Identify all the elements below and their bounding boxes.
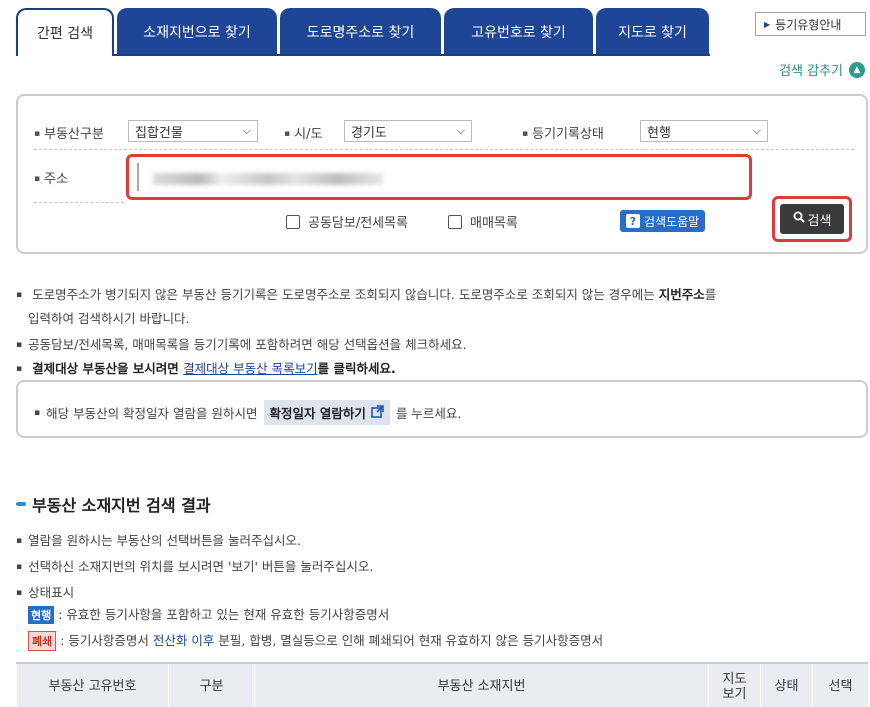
tab-unique-number[interactable]: 고유번호로 찾기 [444, 8, 593, 56]
registry-status-value: 현행 [647, 125, 671, 141]
tab-map[interactable]: 지도로 찾기 [596, 8, 709, 56]
col-map-view: 지도 보기 [708, 664, 760, 707]
search-tabs: 간편 검색 소재지번으로 찾기 도로명주소로 찾기 고유번호로 찾기 지도로 찾… [16, 8, 712, 56]
legend-closed-text: : 등기사항증명서 [60, 633, 153, 648]
note-text: 도로명주소가 병기되지 않은 부동산 등기기록은 도로명주소로 조회되지 않습니… [32, 287, 659, 302]
search-button-highlight: 검색 [772, 196, 852, 242]
confirm-text-after: 를 누르세요. [395, 406, 462, 421]
confirm-date-box: 해당 부동산의 확정일자 열람을 원하시면 확정일자 열람하기 를 누르세요. [16, 380, 868, 438]
legend-closed-text: 분필, 합병, 멸실등으로 인해 폐쇄되어 현재 유효하지 않은 등기사항증명서 [214, 633, 604, 648]
question-icon: ? [626, 214, 640, 228]
search-form: 부동산구분 집합건물 ⌵ 시/도 경기도 ⌵ 등기기록상태 현행 ⌵ 주소 공동… [16, 94, 868, 254]
region-select[interactable]: 경기도 ⌵ [344, 120, 472, 142]
chevron-down-icon: ⌵ [456, 124, 465, 137]
divider [34, 149, 854, 150]
tab-divider [16, 54, 710, 56]
sale-list-label: 매매목록 [470, 216, 518, 231]
col-select: 선택 [812, 664, 868, 707]
results-title: 부동산 소재지번 검색 결과 [16, 492, 211, 516]
legend-closed-emphasis: 전산화 이후 [152, 633, 215, 648]
property-type-label: 부동산구분 [34, 123, 104, 142]
region-label: 시/도 [284, 123, 322, 142]
external-link-icon [371, 404, 384, 421]
note-text: 를 [704, 287, 717, 302]
note-road-address-cont: 입력하여 검색하시기 바랍니다. [28, 311, 190, 326]
address-label: 주소 [34, 168, 68, 187]
note-text: 를 클릭하세요. [317, 361, 396, 376]
search-icon [793, 211, 805, 227]
status-badge-current: 현행 [28, 606, 55, 624]
results-table-header: 부동산 고유번호 구분 부동산 소재지번 지도 보기 상태 선택 [16, 662, 868, 707]
title-marker-icon [16, 502, 26, 506]
note-road-address: 도로명주소가 병기되지 않은 부동산 등기기록은 도로명주소로 조회되지 않습니… [16, 284, 716, 303]
confirm-text-before: 해당 부동산의 확정일자 열람을 원하시면 [46, 406, 258, 421]
checkbox-icon [286, 214, 300, 229]
legend-closed: 폐쇄: 등기사항증명서 전산화 이후 분필, 합병, 멸실등으로 인해 폐쇄되어… [28, 630, 603, 651]
collapse-search-toggle[interactable]: 검색 감추기 ▲ [779, 60, 865, 79]
guide-button-label: 등기유형안내 [775, 17, 842, 32]
collapse-label: 검색 감추기 [779, 64, 843, 79]
col-status: 상태 [760, 664, 812, 707]
note-text: 결제대상 부동산을 보시려면 [32, 361, 184, 376]
tab-road-address[interactable]: 도로명주소로 찾기 [280, 8, 441, 56]
legend-current: 현행: 유효한 등기사항을 포함하고 있는 현재 유효한 등기사항증명서 [28, 604, 389, 624]
address-input[interactable] [126, 154, 752, 200]
status-badge-closed: 폐쇄 [28, 631, 57, 651]
results-info-2: 선택하신 소재지번의 위치를 보시려면 '보기' 버튼을 눌러주십시오. [16, 556, 373, 575]
property-type-select[interactable]: 집합건물 ⌵ [128, 120, 258, 142]
note-emphasis: 지번주소 [658, 287, 705, 302]
registry-status-select[interactable]: 현행 ⌵ [640, 120, 768, 142]
search-button[interactable]: 검색 [780, 204, 844, 234]
results-info-1: 열람을 원하시는 부동산의 선택버튼을 눌러주십시오. [16, 530, 301, 549]
chevron-down-icon: ⌵ [752, 124, 761, 137]
payment-target-list-link[interactable]: 결제대상 부동산 목록보기 [183, 361, 317, 376]
region-value: 경기도 [351, 125, 387, 141]
col-unique-number: 부동산 고유번호 [16, 664, 168, 707]
joint-security-checkbox[interactable]: 공동담보/전세목록 [286, 212, 408, 231]
divider [34, 202, 124, 203]
blurred-address-text [153, 173, 383, 185]
joint-security-label: 공동담보/전세목록 [308, 216, 409, 231]
legend-current-text: : 유효한 등기사항을 포함하고 있는 현재 유효한 등기사항증명서 [58, 607, 390, 622]
confirm-date-text: 해당 부동산의 확정일자 열람을 원하시면 확정일자 열람하기 를 누르세요. [34, 400, 461, 425]
triangle-right-icon: ▶ [764, 19, 771, 29]
search-help-label: 검색도움말 [644, 214, 700, 229]
results-title-text: 부동산 소재지번 검색 결과 [32, 496, 211, 515]
tab-lot-number[interactable]: 소재지번으로 찾기 [117, 8, 277, 56]
sale-list-checkbox[interactable]: 매매목록 [448, 212, 518, 231]
chevron-down-icon: ⌵ [242, 124, 251, 137]
registry-status-label: 등기기록상태 [522, 123, 604, 142]
registry-type-guide-button[interactable]: ▶ 등기유형안내 [755, 12, 866, 36]
property-type-value: 집합건물 [135, 125, 183, 141]
checkbox-icon [448, 214, 462, 229]
chevron-up-icon: ▲ [849, 61, 865, 78]
results-info-3: 상태표시 [16, 582, 74, 601]
col-address: 부동산 소재지번 [254, 664, 708, 707]
tab-simple-search[interactable]: 간편 검색 [16, 8, 114, 56]
note-payment-target: 결제대상 부동산을 보시려면 결제대상 부동산 목록보기를 클릭하세요. [16, 358, 396, 377]
confirm-date-view-button[interactable]: 확정일자 열람하기 [263, 400, 390, 425]
col-type: 구분 [168, 664, 254, 707]
search-help-button[interactable]: ? 검색도움말 [620, 210, 706, 232]
note-options: 공동담보/전세목록, 매매목록을 등기기록에 포함하려면 해당 선택옵션을 체크… [16, 334, 467, 353]
address-field[interactable] [137, 163, 741, 191]
confirm-date-view-label: 확정일자 열람하기 [269, 406, 366, 421]
search-button-label: 검색 [807, 213, 832, 229]
